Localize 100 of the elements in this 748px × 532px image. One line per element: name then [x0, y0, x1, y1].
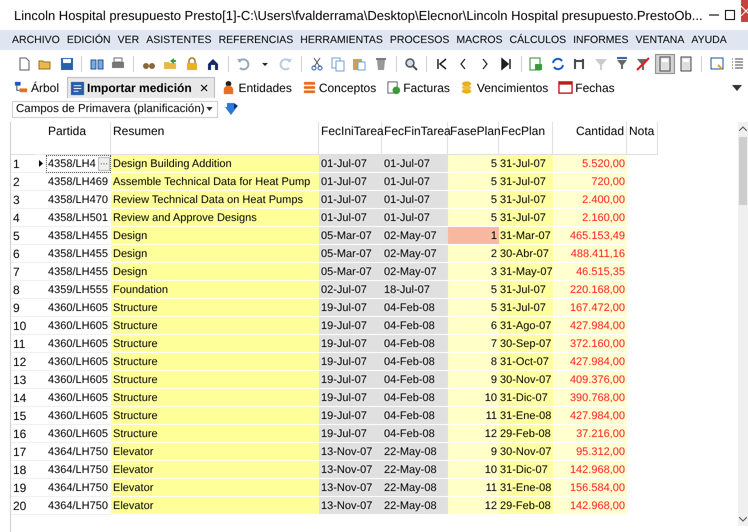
table-cell: 02-May-07: [382, 227, 448, 245]
table-cell: 30-Nov-07: [499, 371, 553, 389]
table-cell: Structure: [111, 353, 319, 371]
vertical-scrollbar[interactable]: [738, 122, 748, 526]
tab-label: Importar medición: [87, 81, 192, 95]
menu-item[interactable]: ARCHIVO: [12, 34, 60, 46]
table-cell: 01-Jul-07: [382, 173, 448, 191]
table-cell: 05-Mar-07: [319, 263, 382, 281]
menu-item[interactable]: EDICIÓN: [66, 34, 111, 46]
tab-label: Árbol: [31, 80, 60, 94]
column-header[interactable]: Nota: [627, 122, 658, 155]
table-cell: 167.472,00: [553, 299, 627, 317]
table-cell: 04-Feb-08: [382, 299, 448, 317]
table-cell-editor[interactable]: 4358/LH4 ···: [46, 155, 111, 173]
row-number: 14: [11, 389, 35, 407]
table-cell: 22-May-08: [382, 497, 448, 515]
table-cell: 12: [448, 497, 499, 515]
table-cell: Design: [111, 263, 319, 281]
row-number: 17: [11, 443, 35, 461]
table-cell: 220.168,00: [553, 281, 627, 299]
table-cell: 9: [448, 443, 499, 461]
table-cell: 390.768,00: [553, 389, 627, 407]
table-cell: 04-Feb-08: [382, 371, 448, 389]
table-cell: 10: [448, 389, 499, 407]
scroll-thumb[interactable]: [739, 137, 747, 205]
invoice-icon: [386, 80, 402, 95]
scroll-down-icon[interactable]: [739, 517, 747, 522]
table-cell: 04-Feb-08: [382, 335, 448, 353]
import-arrow-icon[interactable]: [224, 101, 240, 117]
table-cell: 5: [448, 173, 499, 191]
tab[interactable]: Entidades: [219, 77, 296, 98]
menu-item[interactable]: HERRAMIENTAS: [300, 34, 383, 46]
row-number: 19: [11, 479, 35, 497]
table-cell: Structure: [111, 299, 319, 317]
table-cell: 720,00: [553, 173, 627, 191]
table-cell: 31-May-07: [499, 263, 553, 281]
table-cell: 13-Nov-07: [319, 479, 382, 497]
tab[interactable]: Vencimientos: [458, 77, 552, 98]
import-icon: [70, 80, 86, 96]
scroll-up-icon[interactable]: [739, 126, 747, 131]
tab[interactable]: Conceptos: [300, 77, 380, 98]
tab[interactable]: Árbol: [12, 77, 64, 98]
menu-item[interactable]: VER: [118, 34, 140, 46]
table-cell: 10: [448, 461, 499, 479]
menu-item[interactable]: MACROS: [456, 34, 503, 46]
menu-item[interactable]: INFORMES: [573, 34, 629, 46]
tab[interactable]: Importar medición ×: [67, 77, 216, 98]
menu-item[interactable]: CÁLCULOS: [510, 34, 566, 46]
table-cell: 142.968,00: [553, 497, 627, 515]
row-number: 1: [11, 155, 35, 173]
table-cell: Elevator: [111, 461, 319, 479]
menu-item[interactable]: ASISTENTES: [146, 34, 212, 46]
tab[interactable]: Facturas: [384, 77, 454, 98]
calculator-icon[interactable]: [655, 54, 675, 74]
menu-item[interactable]: PROCESOS: [390, 34, 450, 46]
table-cell: 04-Feb-08: [382, 407, 448, 425]
row-number: 7: [11, 263, 35, 281]
tab-label: Vencimientos: [476, 80, 548, 94]
table-cell: 5: [448, 191, 499, 209]
table-cell: 11: [448, 479, 499, 497]
calendar-icon: [558, 80, 574, 95]
table-cell: 5: [448, 155, 499, 173]
table-cell: 31-Oct-07: [499, 353, 553, 371]
menu-item[interactable]: AYUDA: [691, 34, 727, 46]
overflow-caret-icon[interactable]: [732, 84, 742, 90]
table-cell: 30-Nov-07: [499, 443, 553, 461]
table-cell: Elevator: [111, 479, 319, 497]
table-cell: 31-Jul-07: [499, 209, 553, 227]
table-cell: 22-May-08: [382, 479, 448, 497]
table-cell: 37.216,00: [553, 425, 627, 443]
menu-item[interactable]: VENTANA: [636, 34, 684, 46]
table-cell: Review Technical Data on Heat Pumps: [111, 191, 319, 209]
table-cell: 2.160,00: [553, 209, 627, 227]
table-cell: 19-Jul-07: [319, 407, 382, 425]
close-button[interactable]: [740, 0, 748, 22]
table-cell: Design Building Addition: [111, 155, 319, 173]
table-cell: 02-May-07: [382, 245, 448, 263]
table-cell: Structure: [111, 425, 319, 443]
table-cell: 01-Jul-07: [382, 155, 448, 173]
tab-close-button[interactable]: ×: [198, 80, 210, 96]
table-cell: 30-Abr-07: [499, 245, 553, 263]
table-cell: 01-Jul-07: [319, 209, 382, 227]
table-cell: 5: [448, 209, 499, 227]
table-cell: 31-Jul-07: [499, 155, 553, 173]
row-number: 8: [11, 281, 35, 299]
cell-value: 4358/LH4: [48, 158, 96, 170]
tab[interactable]: Fechas: [556, 77, 619, 98]
table-cell: 22-May-08: [382, 461, 448, 479]
column-header[interactable]: Partida: [46, 122, 111, 155]
maximize-icon: [724, 10, 735, 20]
ellipsis-button[interactable]: ···: [98, 156, 110, 170]
menu-item[interactable]: REFERENCIAS: [218, 34, 294, 46]
table-cell: 142.968,00: [553, 461, 627, 479]
table-cell: 427.984,00: [553, 353, 627, 371]
table-cell: 22-May-08: [382, 443, 448, 461]
table-cell: 31-Jul-07: [499, 191, 553, 209]
field-dropdown[interactable]: Campos de Primavera (planificación): [12, 100, 218, 118]
table-cell: 31-Dic-07: [499, 389, 553, 407]
table-cell: 156.584,00: [553, 479, 627, 497]
table-cell: 13-Nov-07: [319, 497, 382, 515]
